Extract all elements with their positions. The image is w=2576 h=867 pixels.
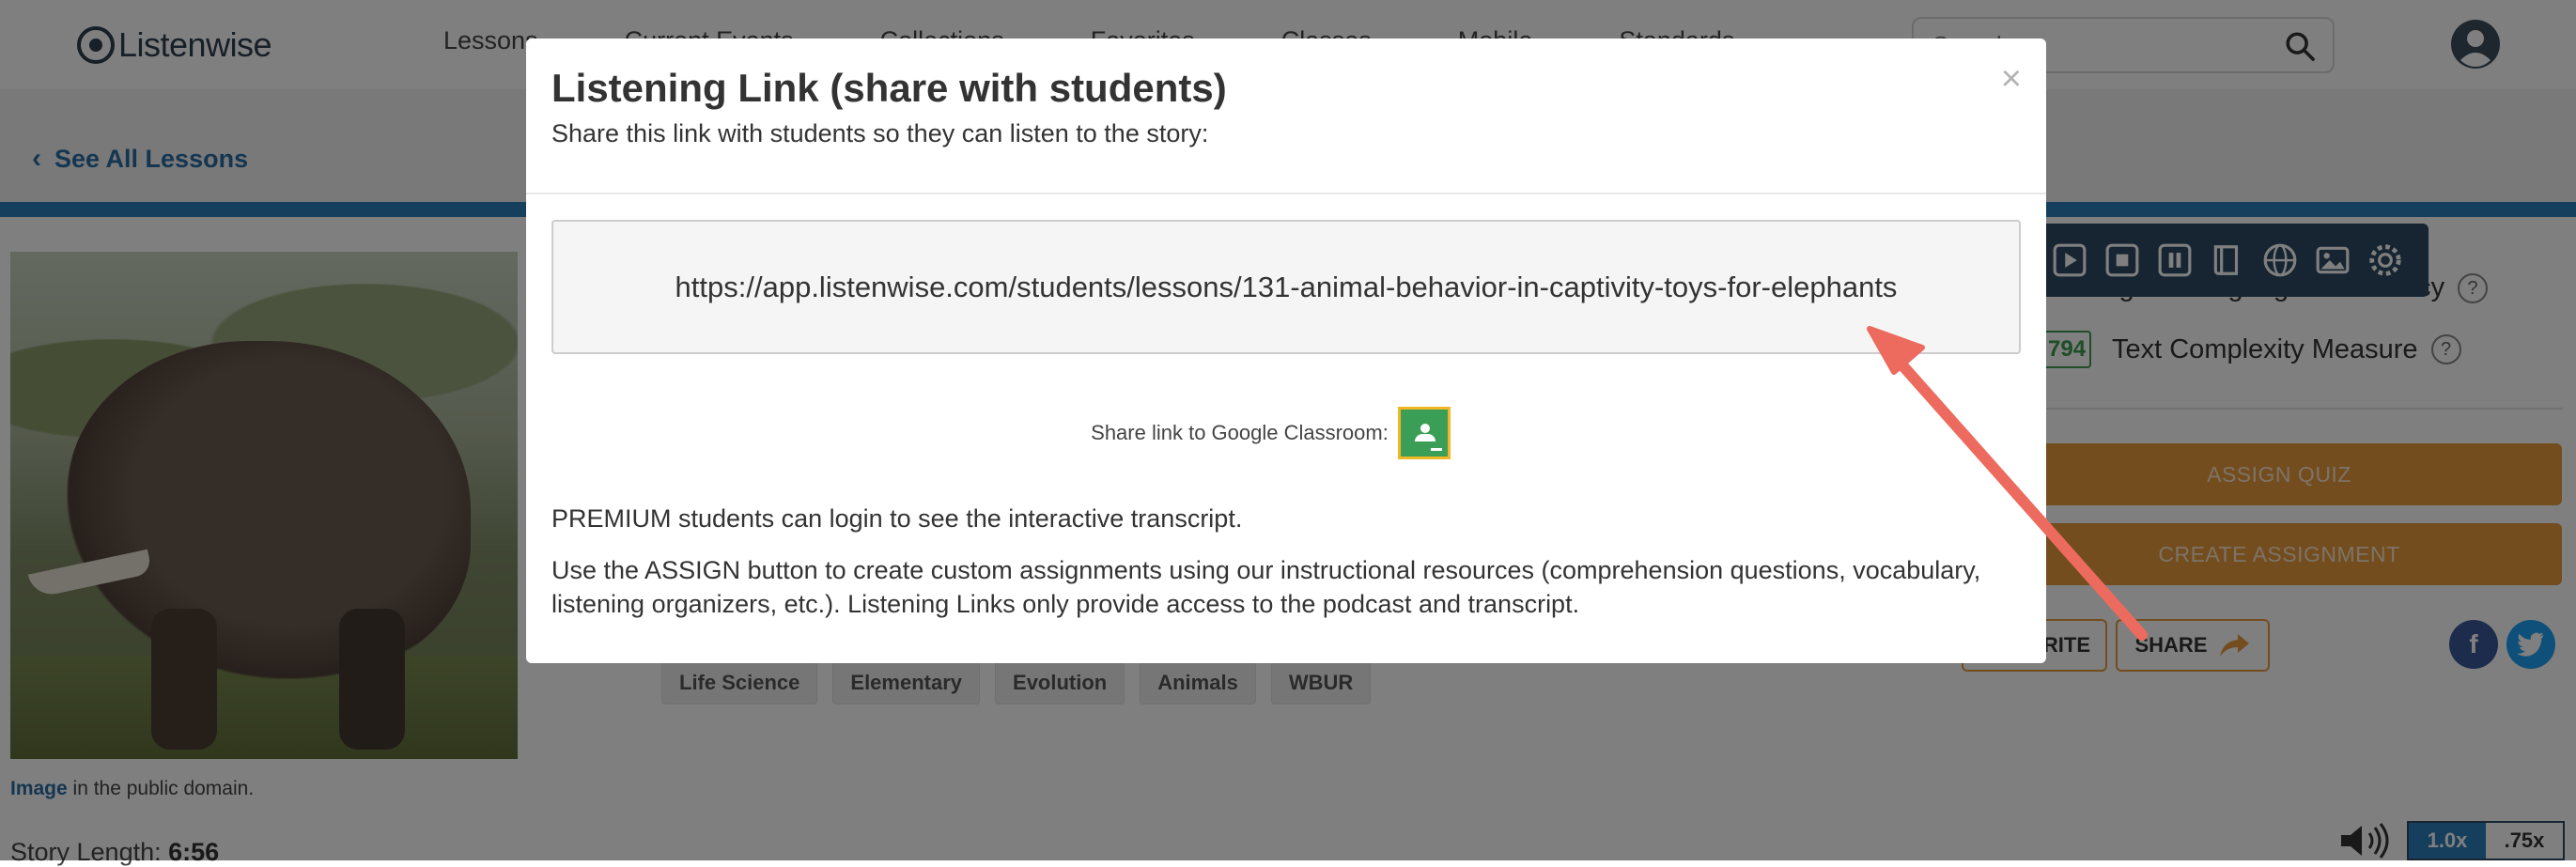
google-classroom-label: Share link to Google Classroom: [1091,421,1389,444]
google-classroom-row: Share link to Google Classroom: [526,407,2046,459]
premium-note: PREMIUM students can login to see the in… [551,504,1243,533]
google-classroom-icon[interactable] [1397,407,1451,459]
modal-subtitle: Share this link with students so they ca… [551,119,1209,147]
modal-header: Listening Link (share with students) Sha… [526,39,2046,194]
close-icon[interactable]: × [2001,59,2022,100]
listening-link-modal: Listening Link (share with students) Sha… [526,39,2046,663]
listening-link-url[interactable]: https://app.listenwise.com/students/less… [675,271,1898,304]
listening-link-field[interactable]: https://app.listenwise.com/students/less… [551,220,2021,354]
assign-note: Use the ASSIGN button to create custom a… [551,556,1981,618]
modal-title: Listening Link (share with students) [551,66,1227,110]
